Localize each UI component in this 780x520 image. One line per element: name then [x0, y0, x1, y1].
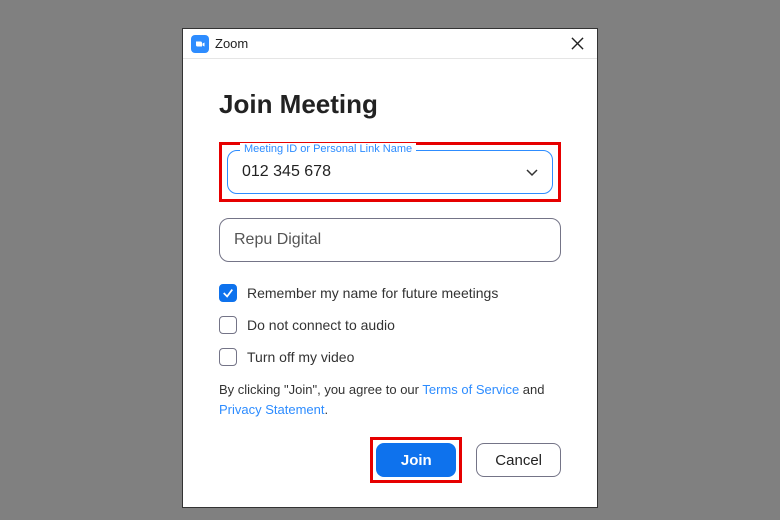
close-button[interactable]	[565, 32, 589, 56]
legal-prefix: By clicking "Join", you agree to our	[219, 382, 422, 397]
join-button[interactable]: Join	[376, 443, 456, 477]
close-icon	[571, 37, 584, 50]
no-video-row[interactable]: Turn off my video	[219, 348, 561, 366]
zoom-app-icon	[191, 35, 209, 53]
dialog-content: Join Meeting Meeting ID or Personal Link…	[183, 59, 597, 503]
cancel-button[interactable]: Cancel	[476, 443, 561, 477]
remember-name-row[interactable]: Remember my name for future meetings	[219, 284, 561, 302]
meeting-id-field[interactable]: Meeting ID or Personal Link Name	[227, 150, 553, 194]
page-title: Join Meeting	[219, 89, 561, 120]
join-meeting-dialog: Zoom Join Meeting Meeting ID or Personal…	[182, 28, 598, 508]
no-audio-label: Do not connect to audio	[247, 317, 395, 333]
legal-suffix: .	[325, 402, 329, 417]
name-input[interactable]	[232, 230, 548, 250]
remember-name-checkbox[interactable]	[219, 284, 237, 302]
no-video-label: Turn off my video	[247, 349, 354, 365]
no-audio-row[interactable]: Do not connect to audio	[219, 316, 561, 334]
legal-text: By clicking "Join", you agree to our Ter…	[219, 380, 561, 419]
name-field-wrap	[219, 218, 561, 262]
name-field[interactable]	[219, 218, 561, 262]
window-title: Zoom	[215, 36, 565, 51]
privacy-statement-link[interactable]: Privacy Statement	[219, 402, 325, 417]
button-row: Join Cancel	[219, 437, 561, 483]
titlebar: Zoom	[183, 29, 597, 59]
chevron-down-icon	[524, 164, 540, 180]
no-audio-checkbox[interactable]	[219, 316, 237, 334]
no-video-checkbox[interactable]	[219, 348, 237, 366]
meeting-id-dropdown[interactable]	[524, 164, 540, 180]
terms-of-service-link[interactable]: Terms of Service	[422, 382, 519, 397]
check-icon	[222, 287, 234, 299]
meeting-id-input[interactable]	[240, 162, 524, 182]
meeting-id-highlight: Meeting ID or Personal Link Name	[219, 142, 561, 202]
legal-middle: and	[519, 382, 544, 397]
join-button-highlight: Join	[370, 437, 462, 483]
remember-name-label: Remember my name for future meetings	[247, 285, 498, 301]
meeting-id-label: Meeting ID or Personal Link Name	[240, 143, 416, 155]
